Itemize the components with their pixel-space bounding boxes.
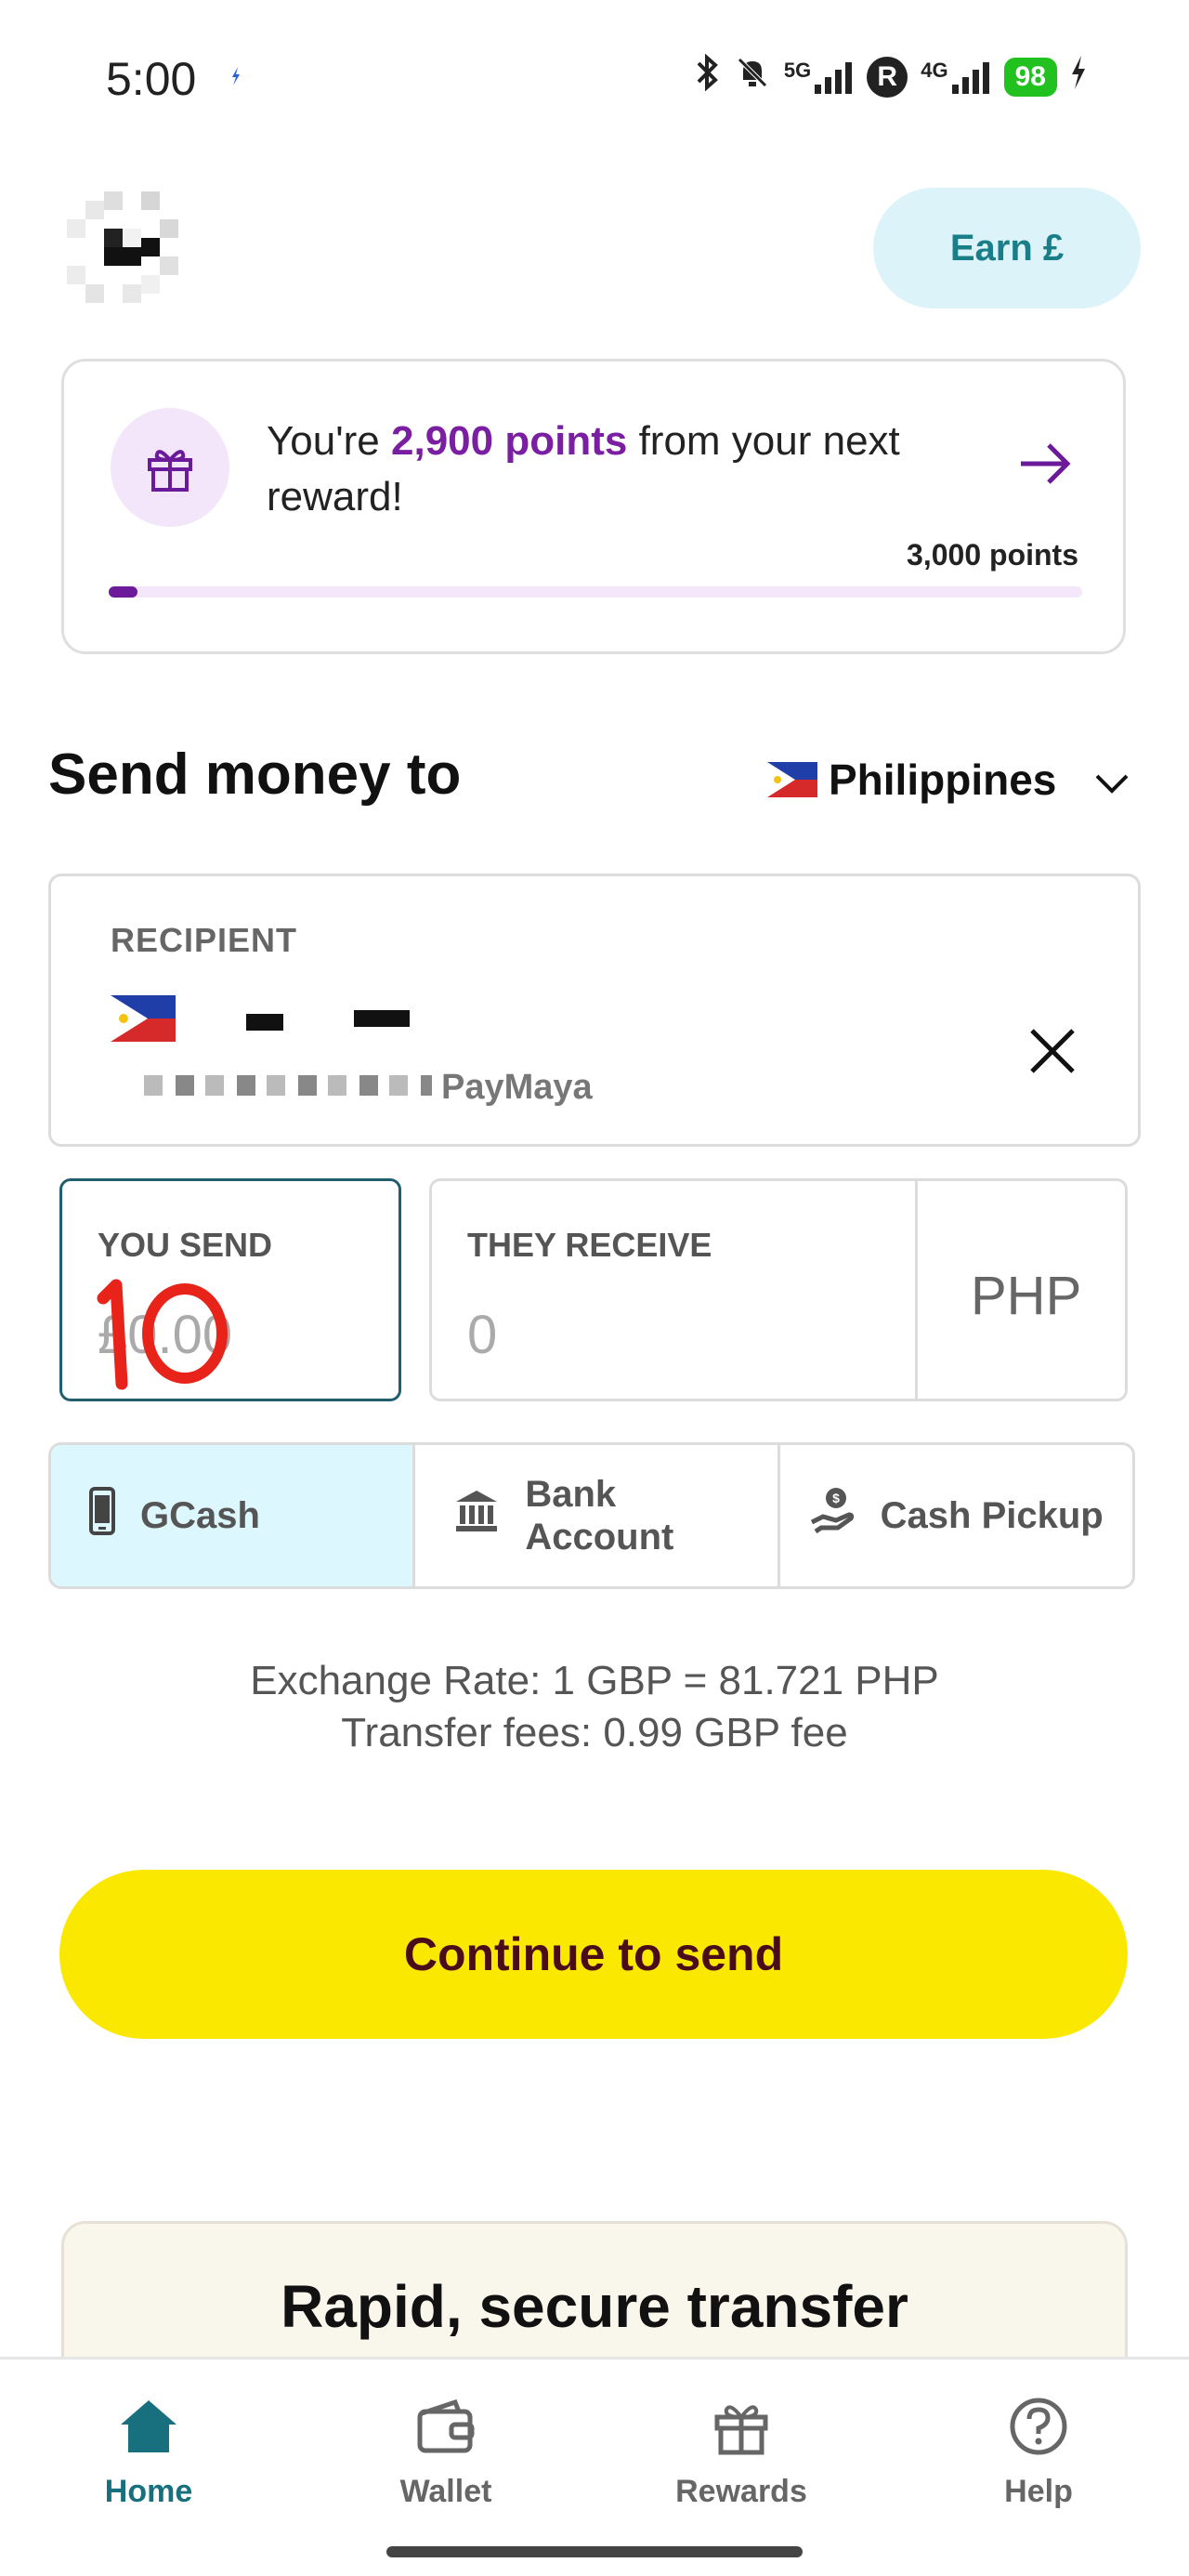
method-cash-label: Cash Pickup (880, 1494, 1104, 1536)
you-send-label: YOU SEND (98, 1226, 273, 1264)
chevron-down-icon (1093, 755, 1130, 805)
svg-text:$: $ (832, 1491, 840, 1505)
bluetooth-icon (693, 53, 721, 99)
reward-goal: 3,000 points (907, 538, 1078, 572)
continue-button[interactable]: Continue to send (59, 1870, 1128, 2039)
signal-4g-icon: 4G (921, 59, 990, 96)
nav-wallet-label: Wallet (399, 2474, 492, 2509)
phone-icon (88, 1486, 116, 1545)
philippines-flag-icon (767, 762, 817, 797)
they-receive-value: 0 (467, 1305, 498, 1365)
reward-progress-bar (109, 586, 1082, 598)
exchange-rate: Exchange Rate: 1 GBP = 81.721 PHP (250, 1658, 939, 1703)
signal-5g-icon: 5G (784, 59, 854, 96)
handwritten-annotation: 10 (85, 1261, 252, 1396)
they-receive-input[interactable]: THEY RECEIVE 0 PHP (429, 1178, 1128, 1401)
promo-title: Rapid, secure transfer (281, 2273, 908, 2340)
method-bank-label: Bank Account (525, 1474, 674, 1557)
reward-text-prefix: You're (267, 418, 380, 464)
help-icon (946, 2397, 1131, 2464)
method-gcash[interactable]: GCash (51, 1445, 416, 1586)
country-selector[interactable]: Philippines (767, 755, 1130, 805)
method-cash-pickup[interactable]: $ Cash Pickup (780, 1445, 1132, 1586)
recipient-name-redacted (246, 1014, 283, 1031)
currency-divider (915, 1181, 918, 1399)
transfer-fees: Transfer fees: 0.99 GBP fee (341, 1710, 848, 1755)
gift-icon (111, 408, 229, 527)
network-label-5g: 5G (783, 58, 812, 82)
you-send-input[interactable]: YOU SEND £0.00 10 (59, 1178, 401, 1401)
gift-nav-icon (648, 2397, 834, 2464)
receive-currency[interactable]: PHP (971, 1265, 1081, 1327)
charging-icon (1070, 56, 1087, 98)
reward-progress-fill (109, 586, 138, 598)
nav-help[interactable]: Help (946, 2397, 1131, 2510)
recipient-account-redacted (144, 1075, 432, 1096)
nav-rewards[interactable]: Rewards (648, 2397, 834, 2510)
reward-points-highlight: 2,900 points (391, 418, 628, 464)
status-time: 5:00 (106, 53, 197, 105)
status-icons: 5G R 4G 98 (693, 53, 1087, 99)
reward-message: You're 2,900 points from your next rewar… (267, 414, 991, 525)
cash-hand-icon: $ (808, 1485, 856, 1546)
recipient-flag-icon (111, 995, 176, 1042)
home-indicator[interactable] (386, 2546, 803, 2557)
recipient-card[interactable]: RECIPIENT PayMaya (48, 874, 1141, 1147)
profile-avatar[interactable] (67, 191, 197, 322)
home-icon (56, 2397, 242, 2464)
recipient-provider: PayMaya (441, 1068, 593, 1107)
close-icon[interactable] (1026, 1025, 1078, 1077)
send-money-title: Send money to (48, 743, 462, 807)
battery-indicator: 98 (1003, 57, 1057, 97)
nav-rewards-label: Rewards (675, 2474, 807, 2509)
payout-methods: GCash Bank Account $ Cash Pickup (48, 1442, 1135, 1589)
nav-home[interactable]: Home (56, 2397, 242, 2510)
nav-help-label: Help (1004, 2474, 1073, 2509)
notification-bolt-icon (230, 67, 242, 85)
nav-home-label: Home (104, 2474, 193, 2509)
bell-muted-icon (734, 54, 771, 99)
wallet-icon (353, 2397, 539, 2464)
arrow-right-icon[interactable] (1015, 434, 1075, 498)
network-label-4g: 4G (921, 58, 948, 82)
they-receive-label: THEY RECEIVE (467, 1226, 712, 1264)
nav-wallet[interactable]: Wallet (353, 2397, 539, 2510)
bank-icon (452, 1487, 501, 1544)
rewards-card[interactable]: You're 2,900 points from your next rewar… (61, 359, 1126, 654)
method-gcash-label: GCash (140, 1494, 260, 1536)
earn-button[interactable]: Earn £ (873, 188, 1141, 309)
country-name: Philippines (829, 756, 1057, 804)
method-bank-account[interactable]: Bank Account (415, 1445, 780, 1586)
r-badge-icon: R (867, 56, 908, 98)
recipient-label: RECIPIENT (111, 921, 298, 959)
bottom-navigation: Home Wallet Rewards Help (0, 2357, 1189, 2576)
recipient-name-redacted-2 (354, 1010, 410, 1027)
